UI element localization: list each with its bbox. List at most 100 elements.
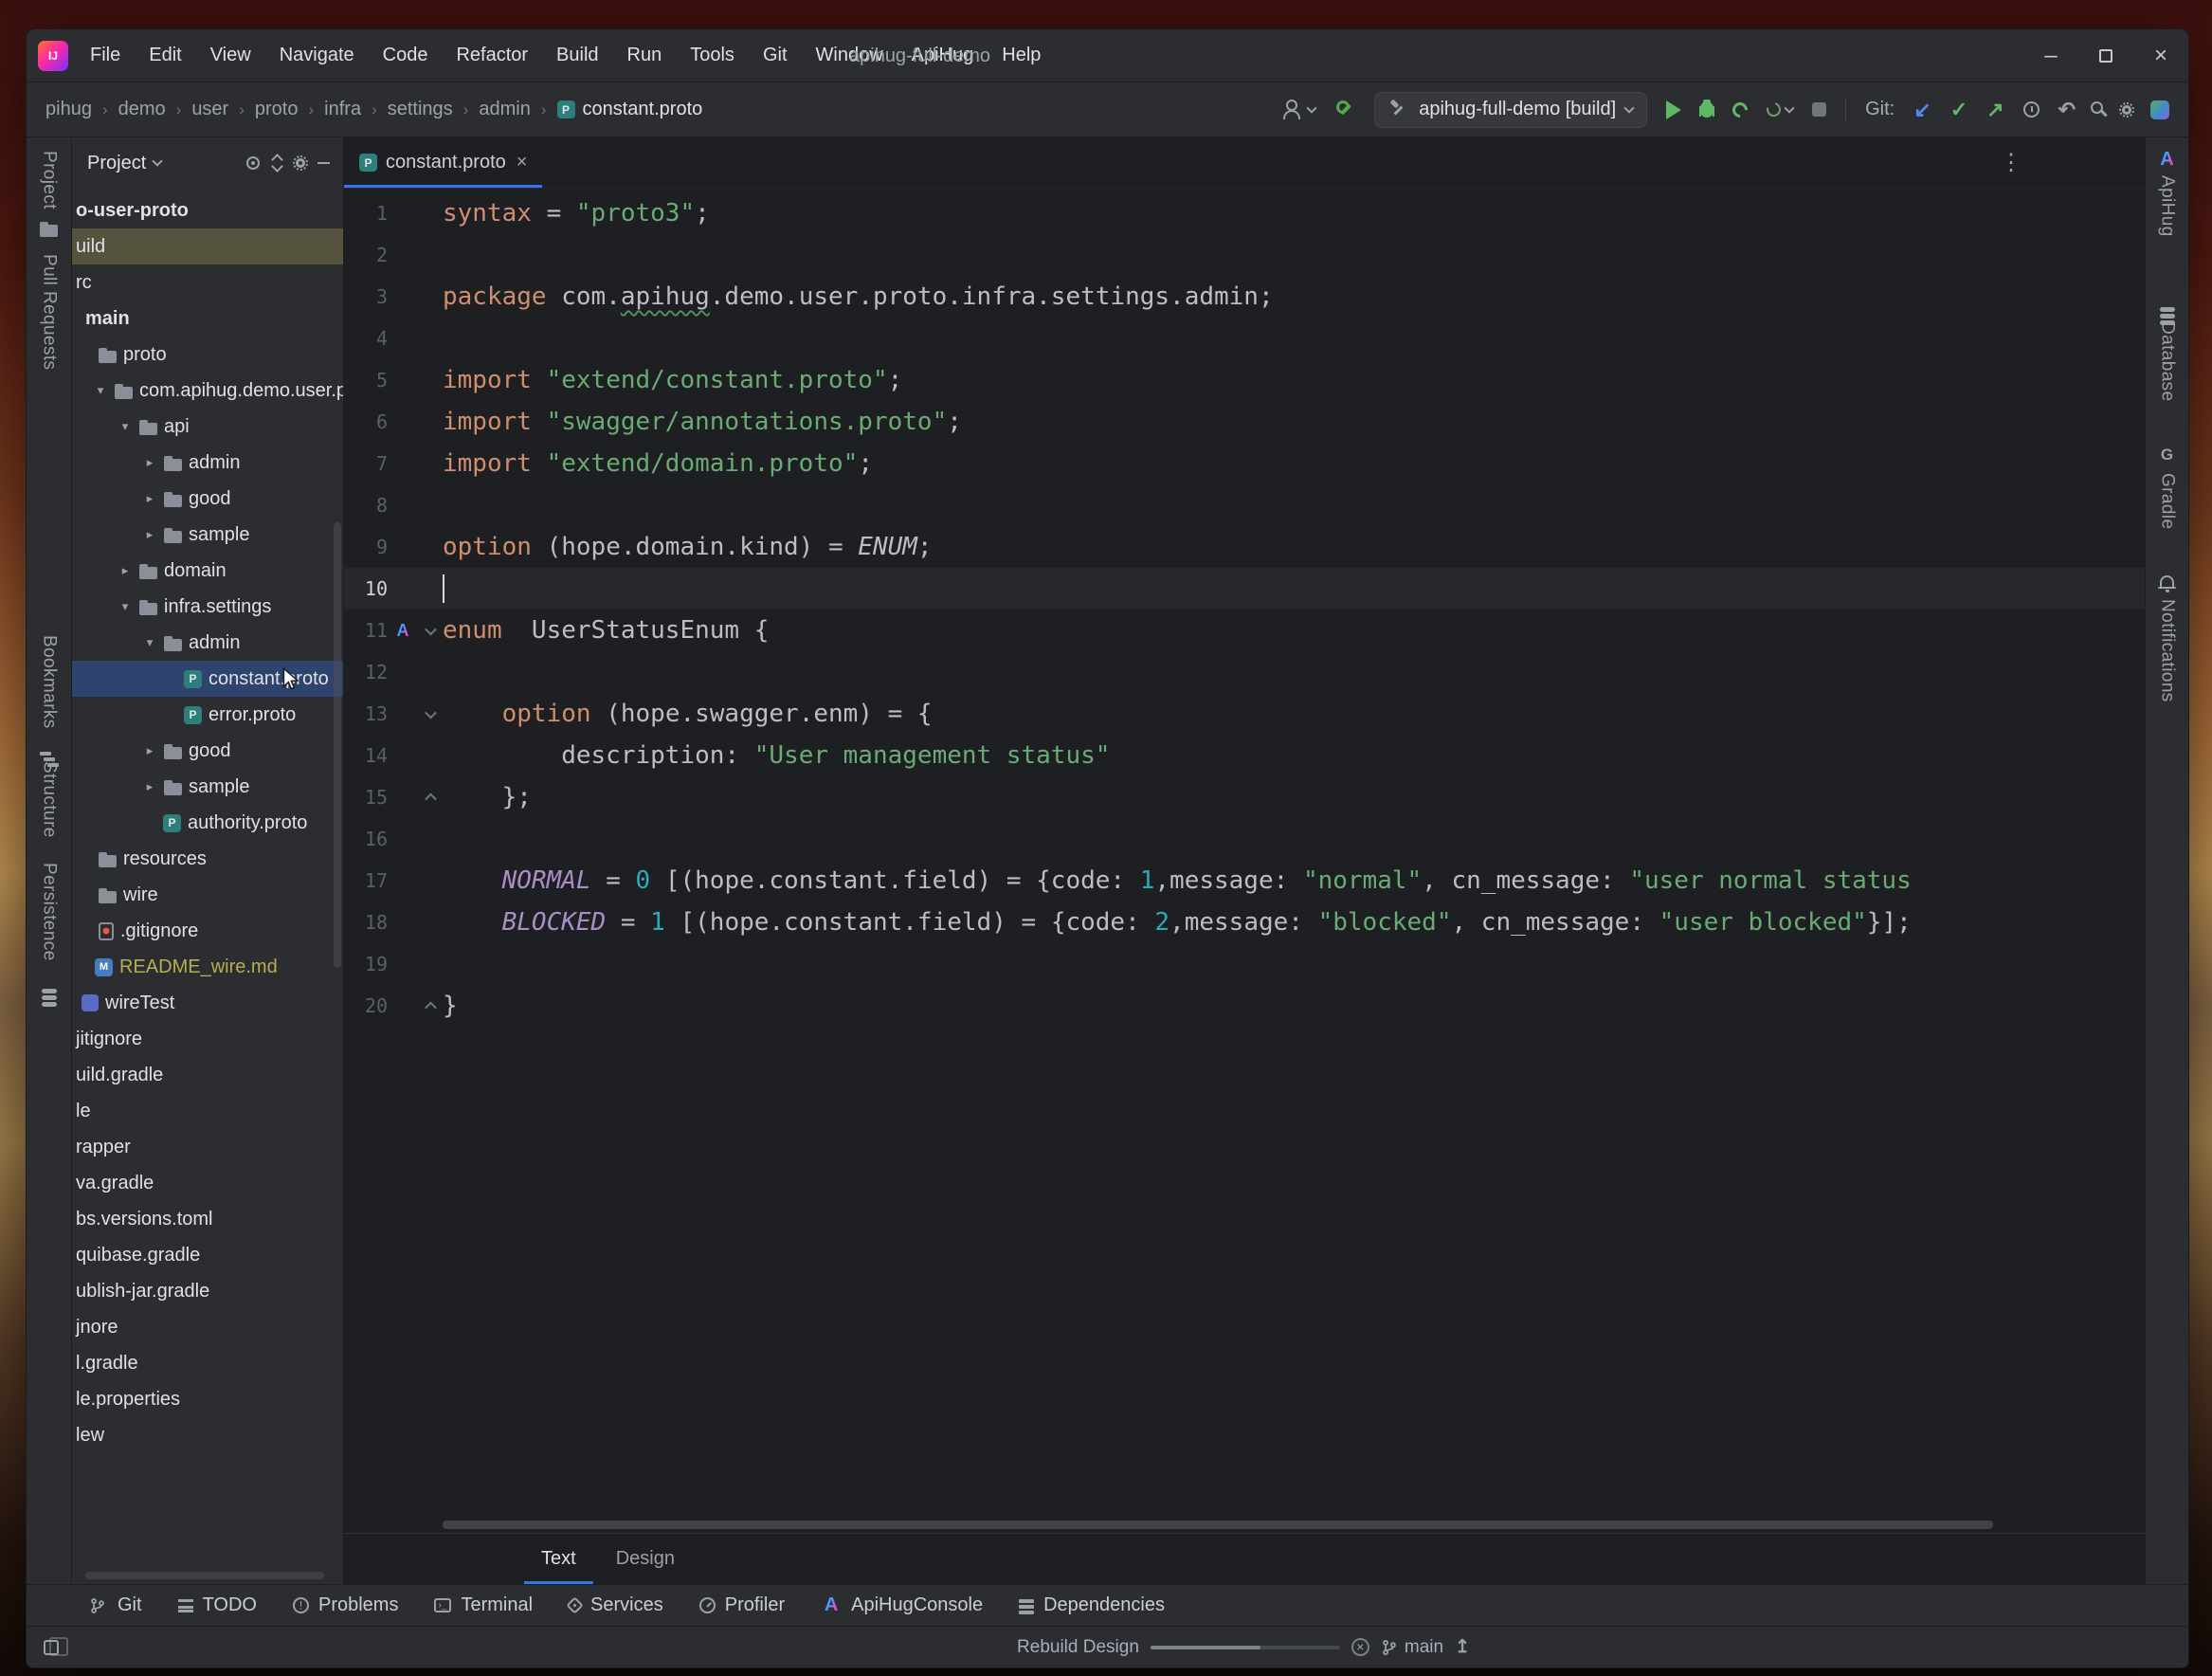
chevron-right-icon[interactable]: ▸ <box>142 743 157 758</box>
locate-file-icon[interactable] <box>246 156 260 170</box>
tree-item-good[interactable]: ▸good <box>72 733 343 769</box>
notifications-bell-icon[interactable] <box>2160 575 2174 588</box>
line-number[interactable]: 8 <box>344 494 388 517</box>
tool-dependencies[interactable]: Dependencies <box>1019 1594 1165 1616</box>
breadcrumb-proto[interactable]: proto <box>255 99 299 120</box>
line-number[interactable]: 9 <box>344 536 388 558</box>
tree-item-jitignore[interactable]: jitignore <box>72 1021 343 1057</box>
menu-help[interactable]: Help <box>988 29 1055 82</box>
code-line-11[interactable]: 11Aenum UserStatusEnum { <box>344 610 2145 651</box>
stop-button[interactable] <box>1812 102 1826 117</box>
tree-item-main[interactable]: main <box>72 301 343 337</box>
tree-item-ublish-jar.gradle[interactable]: ublish-jar.gradle <box>72 1273 343 1309</box>
chevron-down-icon[interactable]: ▾ <box>118 419 133 434</box>
code-line-7[interactable]: 7import "extend/domain.proto"; <box>344 443 2145 484</box>
stripe-gradle[interactable]: Gradle <box>2157 473 2178 529</box>
tree-item-rc[interactable]: rc <box>72 264 343 301</box>
line-number[interactable]: 3 <box>344 285 388 308</box>
tool-terminal[interactable]: Terminal <box>434 1594 533 1616</box>
chevron-right-icon[interactable]: ▸ <box>142 779 157 794</box>
user-widget[interactable] <box>1281 100 1315 120</box>
scrollbar-thumb[interactable] <box>443 1521 1993 1529</box>
breadcrumb-pihug[interactable]: pihug <box>45 99 92 120</box>
code-line-14[interactable]: 14 description: "User management status" <box>344 735 2145 776</box>
editor-horizontal-scrollbar[interactable] <box>344 1518 2145 1533</box>
tree-item-lew[interactable]: lew <box>72 1417 343 1453</box>
line-number[interactable]: 19 <box>344 953 388 975</box>
breadcrumb-file[interactable]: constant.proto <box>557 99 703 120</box>
code-line-15[interactable]: 15 }; <box>344 776 2145 818</box>
line-number[interactable]: 18 <box>344 911 388 934</box>
tree-item-good[interactable]: ▸good <box>72 481 343 517</box>
tool-git[interactable]: Git <box>87 1594 142 1616</box>
structure-icon[interactable] <box>40 752 51 756</box>
collapse-all-icon[interactable] <box>267 153 288 173</box>
close-button[interactable]: × <box>2133 29 2188 82</box>
hide-panel-icon[interactable] <box>317 162 330 164</box>
chevron-down-icon[interactable]: ▾ <box>142 635 157 650</box>
line-number[interactable]: 2 <box>344 244 388 266</box>
tree-item-jnore[interactable]: jnore <box>72 1309 343 1345</box>
code-line-8[interactable]: 8 <box>344 484 2145 526</box>
line-number[interactable]: 15 <box>344 786 388 809</box>
tree-item-api[interactable]: ▾api <box>72 409 343 445</box>
tree-item-.gitignore[interactable]: .gitignore <box>72 913 343 949</box>
breadcrumb-user[interactable]: user <box>191 99 228 120</box>
run-configuration-select[interactable]: apihug-full-demo [build] <box>1374 92 1647 128</box>
line-number[interactable]: 12 <box>344 661 388 683</box>
view-tab-design[interactable]: Design <box>599 1534 692 1584</box>
code-line-10[interactable]: 10 <box>344 568 2145 610</box>
tree-item-admin[interactable]: ▾admin <box>72 625 343 661</box>
close-tab-icon[interactable]: × <box>517 152 528 173</box>
run-button[interactable] <box>1666 100 1681 119</box>
rollback-button[interactable]: ↶ <box>2058 100 2076 120</box>
line-number[interactable]: 16 <box>344 828 388 850</box>
fold-marker-icon[interactable] <box>425 706 437 719</box>
rerun-widget[interactable] <box>1767 102 1793 117</box>
chevron-right-icon[interactable]: ▸ <box>142 491 157 506</box>
persistence-icon[interactable] <box>42 989 57 993</box>
database-icon[interactable] <box>2160 307 2175 312</box>
line-number[interactable]: 14 <box>344 744 388 767</box>
tree-item-domain[interactable]: ▸domain <box>72 553 343 589</box>
breadcrumb-demo[interactable]: demo <box>118 99 166 120</box>
tree-item-uild.gradle[interactable]: uild.gradle <box>72 1057 343 1093</box>
tab-options-kebab-icon[interactable]: ⋮ <box>2001 153 2022 173</box>
code-area[interactable]: 1syntax = "proto3";23package com.apihug.… <box>344 189 2145 1518</box>
layout-icon[interactable] <box>44 1640 59 1655</box>
code-line-12[interactable]: 12 <box>344 651 2145 693</box>
maximize-button[interactable] <box>2078 29 2133 82</box>
tool-profiler[interactable]: Profiler <box>699 1594 785 1616</box>
chevron-right-icon[interactable]: ▸ <box>118 563 133 578</box>
chevron-right-icon[interactable]: ▸ <box>142 455 157 470</box>
code-line-16[interactable]: 16 <box>344 818 2145 860</box>
breadcrumb-admin[interactable]: admin <box>479 99 530 120</box>
line-number[interactable]: 10 <box>344 577 388 600</box>
code-line-4[interactable]: 4 <box>344 318 2145 359</box>
tree-item-com.apihug.demo.user.proto[interactable]: ▾com.apihug.demo.user.proto <box>72 373 343 409</box>
stripe-bookmarks[interactable]: Bookmarks <box>39 635 60 729</box>
menu-tools[interactable]: Tools <box>676 29 749 82</box>
line-number[interactable]: 7 <box>344 452 388 475</box>
tree-item-le.properties[interactable]: le.properties <box>72 1381 343 1417</box>
menu-navigate[interactable]: Navigate <box>265 29 369 82</box>
line-number[interactable]: 4 <box>344 327 388 350</box>
stripe-project[interactable]: Project <box>39 151 60 210</box>
code-line-19[interactable]: 19 <box>344 943 2145 985</box>
menu-run[interactable]: Run <box>613 29 677 82</box>
chevron-right-icon[interactable]: ▸ <box>142 527 157 542</box>
stripe-structure[interactable]: Structure <box>39 761 60 838</box>
settings-gear-icon[interactable] <box>2122 105 2131 115</box>
minimize-button[interactable]: – <box>2023 29 2078 82</box>
line-number[interactable]: 5 <box>344 369 388 392</box>
tree-item-o-user-proto[interactable]: o-user-proto <box>72 192 343 228</box>
code-line-9[interactable]: 9option (hope.domain.kind) = ENUM; <box>344 526 2145 568</box>
plugin-icon[interactable] <box>2150 100 2169 119</box>
project-panel-title[interactable]: Project <box>87 153 146 174</box>
apihug-gutter-icon[interactable]: A <box>397 621 409 641</box>
gradle-icon[interactable] <box>2157 445 2178 465</box>
menu-code[interactable]: Code <box>369 29 443 82</box>
tree-item-authority.proto[interactable]: authority.proto <box>72 805 343 841</box>
tree-item-infra.settings[interactable]: ▾infra.settings <box>72 589 343 625</box>
cancel-task-icon[interactable] <box>1351 1638 1369 1656</box>
